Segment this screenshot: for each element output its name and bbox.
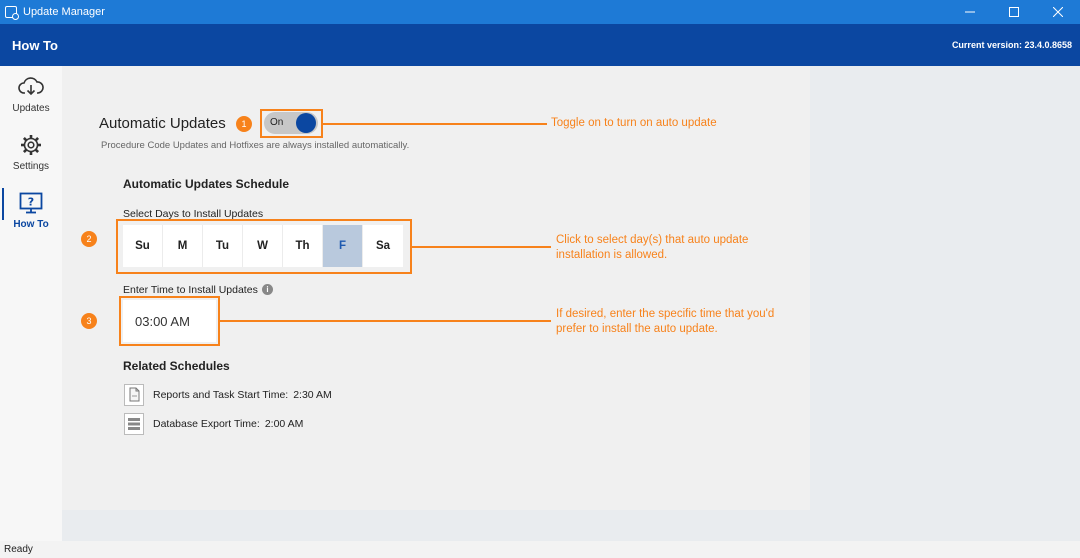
callout-line-1 — [323, 123, 547, 125]
day-friday[interactable]: F — [323, 225, 363, 267]
report-document-icon — [124, 384, 144, 406]
callout-text-2-line1: Click to select day(s) that auto update — [556, 234, 749, 246]
close-icon — [1053, 7, 1063, 17]
callout-line-3 — [220, 320, 551, 322]
app-icon — [5, 6, 19, 20]
callout-text-3-line2: prefer to install the auto update. — [556, 323, 718, 335]
related-schedule-value: 2:30 AM — [293, 389, 332, 401]
window-title: Update Manager — [23, 6, 105, 18]
related-schedule-row: Database Export Time: 2:00 AM — [124, 413, 303, 435]
app-header: How To Current version: 23.4.0.8658 — [0, 24, 1080, 66]
svg-text:?: ? — [28, 196, 34, 209]
day-saturday[interactable]: Sa — [363, 225, 403, 267]
schedule-heading: Automatic Updates Schedule — [123, 177, 290, 191]
sidebar-item-updates[interactable]: Updates — [0, 66, 62, 122]
callout-text-2: Click to select day(s) that auto update … — [556, 233, 748, 263]
sidebar-item-how-to[interactable]: ? How To — [0, 182, 62, 238]
related-schedules-heading: Related Schedules — [123, 359, 230, 373]
minimize-button[interactable] — [948, 0, 992, 24]
sidebar-item-label: Updates — [12, 103, 50, 114]
sidebar-item-settings[interactable]: Settings — [0, 124, 62, 180]
page-title: How To — [12, 38, 58, 53]
day-selector: Su M Tu W Th F Sa — [123, 225, 403, 267]
sidebar: Updates Settings ? How To — [0, 66, 62, 541]
callout-badge-1: 1 — [236, 116, 252, 132]
help-monitor-icon: ? — [19, 192, 43, 214]
install-time-input[interactable]: 03:00 AM — [123, 300, 216, 342]
callout-text-1: Toggle on to turn on auto update — [551, 117, 717, 129]
day-sunday[interactable]: Su — [123, 225, 163, 267]
maximize-icon — [1009, 7, 1019, 17]
callout-badge-2: 2 — [81, 231, 97, 247]
day-thursday[interactable]: Th — [283, 225, 323, 267]
sidebar-item-label: Settings — [12, 161, 50, 172]
day-tuesday[interactable]: Tu — [203, 225, 243, 267]
current-version: Current version: 23.4.0.8658 — [951, 40, 1072, 50]
day-wednesday[interactable]: W — [243, 225, 283, 267]
gear-icon — [20, 134, 42, 156]
callout-text-3-line1: If desired, enter the specific time that… — [556, 308, 775, 320]
database-export-icon — [124, 413, 144, 435]
callout-text-3: If desired, enter the specific time that… — [556, 307, 774, 337]
toggle-knob — [296, 113, 316, 133]
related-schedule-label: Reports and Task Start Time: — [153, 389, 289, 401]
auto-update-toggle[interactable]: On — [264, 112, 318, 134]
minimize-icon — [965, 11, 975, 13]
toggle-state-label: On — [270, 117, 284, 128]
time-label: Enter Time to Install Updates — [123, 284, 258, 296]
callout-text-2-line2: installation is allowed. — [556, 249, 668, 261]
title-bar: Update Manager — [0, 0, 1080, 24]
related-schedule-value: 2:00 AM — [264, 418, 304, 430]
day-monday[interactable]: M — [163, 225, 203, 267]
window-controls — [948, 0, 1080, 24]
info-icon[interactable]: i — [262, 284, 273, 295]
cloud-download-icon — [18, 76, 44, 98]
callout-badge-3: 3 — [81, 313, 97, 329]
callout-line-2 — [412, 246, 551, 248]
auto-update-note: Procedure Code Updates and Hotfixes are … — [101, 140, 410, 151]
automatic-updates-heading: Automatic Updates — [99, 115, 226, 132]
close-button[interactable] — [1036, 0, 1080, 24]
related-schedule-row: Reports and Task Start Time: 2:30 AM — [124, 384, 332, 406]
related-schedule-label: Database Export Time: — [153, 418, 260, 430]
sidebar-item-label: How To — [13, 219, 49, 230]
status-bar: Ready — [0, 541, 1080, 558]
maximize-button[interactable] — [992, 0, 1036, 24]
